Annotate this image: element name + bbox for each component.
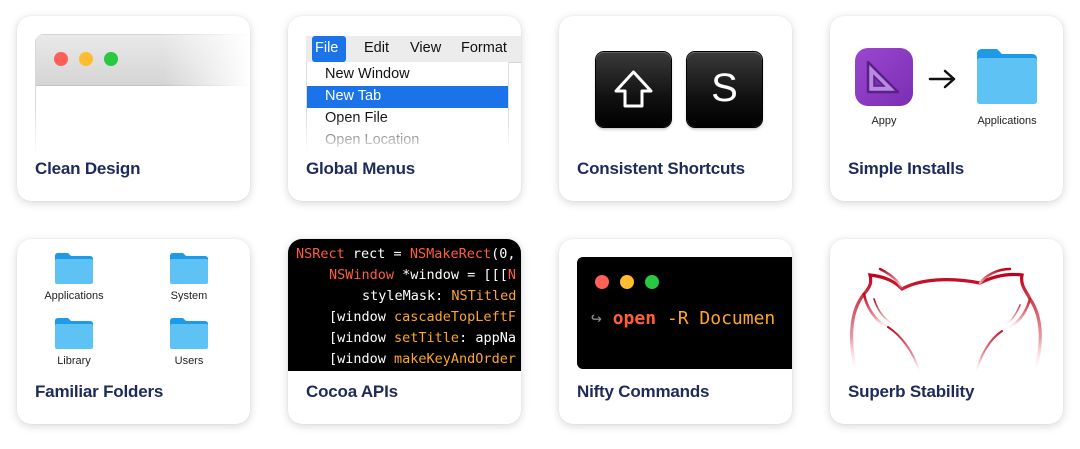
folder-icon (55, 253, 93, 284)
card-title: Clean Design (35, 159, 141, 178)
window-titlebar (36, 35, 250, 86)
menu-bar: File Edit View Format (306, 36, 521, 63)
card-title: Nifty Commands (577, 382, 710, 401)
folder-label: Users (174, 355, 204, 367)
menu-file[interactable]: File (315, 40, 338, 56)
appy-app-icon (855, 48, 913, 106)
shift-key (596, 52, 671, 127)
code-line: styleMask: NSTitled (362, 288, 517, 304)
applications-folder-icon (977, 49, 1037, 104)
card-title: Simple Installs (848, 159, 965, 178)
card-familiar-folders: Applications System Library Users Famili… (17, 239, 250, 424)
card-title: Familiar Folders (35, 382, 164, 401)
applications-label: Applications (977, 115, 1037, 127)
s-key: S (687, 52, 762, 127)
code-line: [window setTitle: appNa (329, 330, 516, 346)
card-clean-design: Clean Design (17, 16, 250, 201)
folder-label: Library (57, 355, 91, 367)
card-nifty-commands: ↪ open -R Documen Nifty Commands (559, 239, 792, 424)
card-global-menus: File Edit View Format New Window New Tab… (288, 16, 521, 201)
prompt-arrow-icon: ↪ (591, 308, 602, 329)
folder-icon (170, 253, 208, 284)
menu-item-open-location[interactable]: Open Location (307, 130, 508, 152)
command-args: -R Documen (656, 308, 776, 329)
minimize-traffic-light (79, 52, 93, 66)
code-snippet: NSRect rect = NSMakeRect(0, NSWindow *wi… (288, 239, 521, 371)
terminal-window: ↪ open -R Documen (577, 257, 792, 369)
menu-format[interactable]: Format (461, 40, 507, 56)
close-traffic-light (54, 52, 68, 66)
menu-view[interactable]: View (410, 40, 441, 56)
terminal-command: ↪ open -R Documen (591, 308, 775, 329)
zoom-traffic-light (104, 52, 118, 66)
folder-label: System (170, 290, 208, 302)
menu-item-new-tab[interactable]: New Tab (307, 86, 508, 108)
command-name: open (612, 308, 657, 329)
shift-key-icon (614, 70, 653, 108)
folder-label: Applications (44, 290, 104, 302)
card-superb-stability: Superb Stability (830, 239, 1063, 424)
menu-item-open-file[interactable]: Open File (307, 108, 508, 130)
arrow-right-icon (928, 69, 956, 89)
zoom-traffic-light (645, 275, 659, 289)
folder-icon (55, 318, 93, 349)
card-title: Global Menus (306, 159, 416, 178)
code-line: [window makeKeyAndOrder (329, 351, 516, 367)
card-title: Superb Stability (848, 382, 975, 401)
code-line: [window cascadeTopLeftF (329, 309, 516, 325)
appy-label: Appy (871, 115, 897, 127)
card-title: Cocoa APIs (306, 382, 398, 401)
code-line: NSWindow *window = [[[N (329, 267, 516, 283)
card-title: Consistent Shortcuts (577, 159, 745, 178)
code-line: NSRect rect = NSMakeRect(0, (296, 246, 516, 262)
file-menu-dropdown: New Window New Tab Open File Open Locati… (306, 62, 509, 152)
window-illustration (35, 34, 250, 156)
folder-icon (170, 318, 208, 349)
bsd-daemon-icon (850, 267, 1042, 376)
card-consistent-shortcuts: S Consistent Shortcuts (559, 16, 792, 201)
menu-edit[interactable]: Edit (364, 40, 389, 56)
s-key-label: S (711, 66, 738, 110)
card-cocoa-apis: NSRect rect = NSMakeRect(0, NSWindow *wi… (288, 239, 521, 424)
minimize-traffic-light (620, 275, 634, 289)
card-simple-installs: Appy Applications Simple Installs (830, 16, 1063, 201)
menu-item-new-window[interactable]: New Window (307, 64, 508, 86)
close-traffic-light (595, 275, 609, 289)
